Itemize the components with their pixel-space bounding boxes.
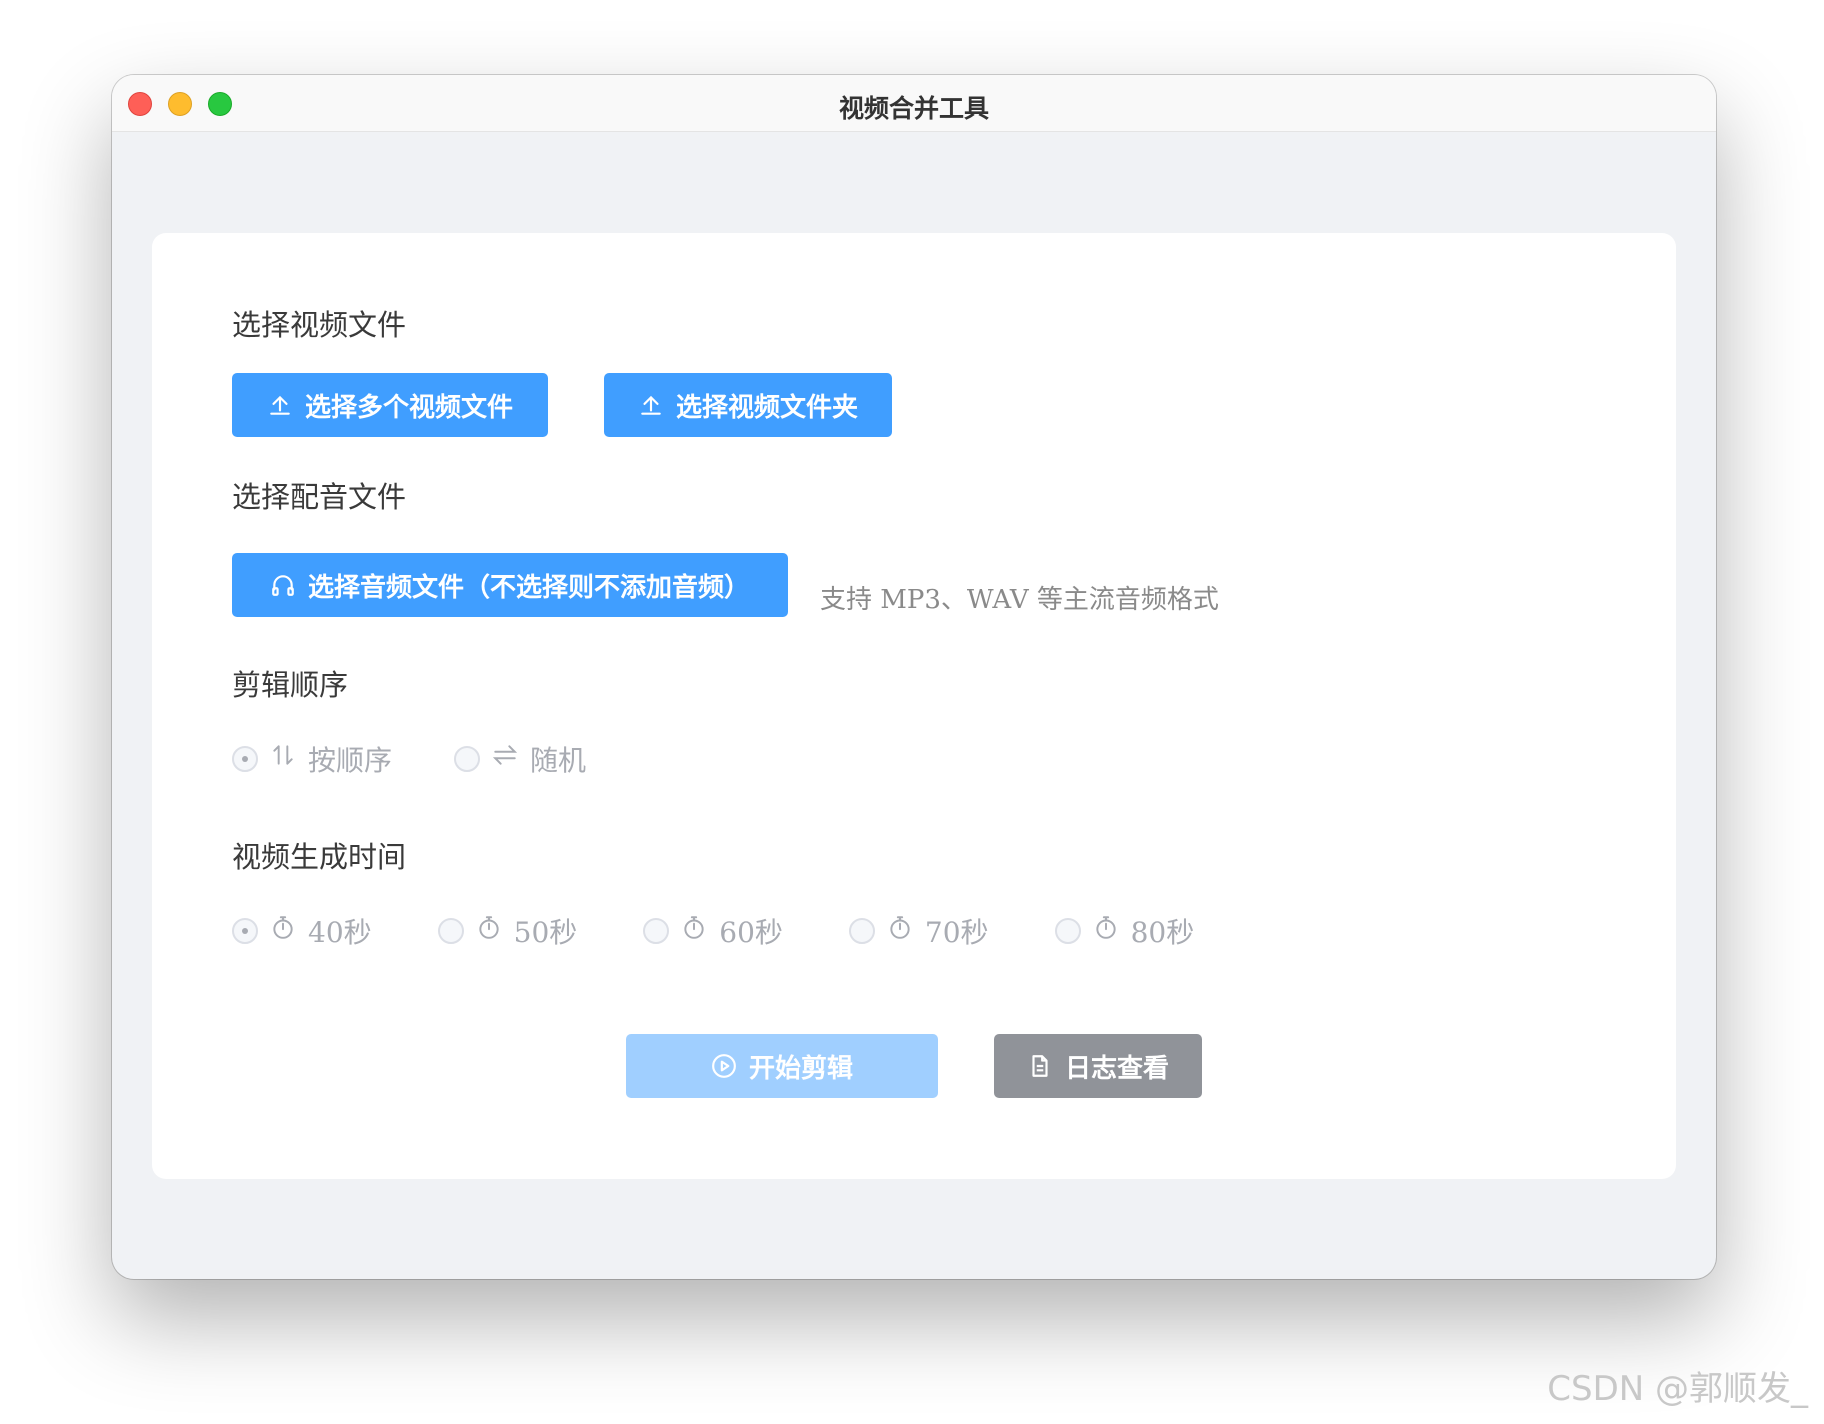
play-circle-icon xyxy=(711,1053,737,1079)
timer-icon xyxy=(887,914,913,940)
select-audio-button[interactable]: 选择音频文件（不选择则不添加音频） xyxy=(232,553,788,617)
upload-icon xyxy=(267,392,293,418)
select-multiple-videos-button[interactable]: 选择多个视频文件 xyxy=(232,373,548,437)
app-window: 视频合并工具 选择视频文件 选择多个视频文件 选择视频文件夹 选择配音文件 选择… xyxy=(112,75,1716,1279)
timer-icon xyxy=(1093,914,1119,940)
order-option-sequential[interactable]: 按顺序 xyxy=(232,739,392,779)
timer-icon xyxy=(681,914,707,940)
upload-icon xyxy=(638,392,664,418)
duration-option-label: 80秒 xyxy=(1130,916,1195,949)
duration-option-label: 50秒 xyxy=(513,916,578,949)
audio-section-label: 选择配音文件 xyxy=(232,480,407,514)
select-multiple-videos-label: 选择多个视频文件 xyxy=(304,392,513,423)
order-section-label: 剪辑顺序 xyxy=(232,668,349,702)
view-log-button[interactable]: 日志查看 xyxy=(994,1034,1202,1098)
radio-button[interactable] xyxy=(454,746,481,772)
order-option-label: 随机 xyxy=(530,744,587,777)
sort-icon xyxy=(270,742,296,768)
shuffle-icon xyxy=(492,742,518,768)
csdn-watermark: CSDN @郭顺发_ xyxy=(1547,1369,1808,1409)
radio-button[interactable] xyxy=(848,918,875,944)
screen: 视频合并工具 选择视频文件 选择多个视频文件 选择视频文件夹 选择配音文件 选择… xyxy=(0,0,1824,1424)
window-title: 视频合并工具 xyxy=(838,94,989,123)
duration-option-50[interactable]: 50秒 xyxy=(437,911,578,951)
headphones-icon xyxy=(270,572,296,598)
audio-format-hint: 支持 MP3、WAV 等主流音频格式 xyxy=(820,585,1219,615)
duration-option-80[interactable]: 80秒 xyxy=(1054,911,1195,951)
select-video-folder-button[interactable]: 选择视频文件夹 xyxy=(604,373,892,437)
radio-button[interactable] xyxy=(643,918,670,944)
main-card: 选择视频文件 选择多个视频文件 选择视频文件夹 选择配音文件 选择音频文件（不选 xyxy=(152,233,1676,1179)
duration-option-label: 70秒 xyxy=(924,916,989,949)
duration-option-label: 40秒 xyxy=(308,916,372,949)
duration-option-70[interactable]: 70秒 xyxy=(848,911,989,951)
duration-option-label: 60秒 xyxy=(719,916,783,949)
order-option-label: 按顺序 xyxy=(308,744,393,777)
order-radio-group: 按顺序 随机 xyxy=(232,739,586,779)
radio-button[interactable] xyxy=(232,918,258,944)
select-audio-label: 选择音频文件（不选择则不添加音频） xyxy=(307,572,750,603)
duration-option-40[interactable]: 40秒 xyxy=(232,911,372,951)
select-video-folder-label: 选择视频文件夹 xyxy=(675,392,858,423)
timer-icon xyxy=(476,914,502,940)
duration-option-60[interactable]: 60秒 xyxy=(643,911,783,951)
start-editing-button[interactable]: 开始剪辑 xyxy=(626,1034,938,1098)
timer-icon xyxy=(270,914,296,940)
start-editing-label: 开始剪辑 xyxy=(748,1053,853,1084)
duration-radio-group: 40秒 50秒 60秒 70秒 80秒 xyxy=(232,911,1194,951)
title-bar[interactable]: 视频合并工具 xyxy=(112,75,1716,132)
order-option-random[interactable]: 随机 xyxy=(454,739,586,779)
view-log-label: 日志查看 xyxy=(1064,1053,1169,1084)
duration-section-label: 视频生成时间 xyxy=(232,840,407,874)
document-icon xyxy=(1027,1053,1053,1079)
radio-button[interactable] xyxy=(232,746,258,772)
radio-button[interactable] xyxy=(437,918,464,944)
video-section-label: 选择视频文件 xyxy=(232,308,407,342)
radio-button[interactable] xyxy=(1054,918,1081,944)
